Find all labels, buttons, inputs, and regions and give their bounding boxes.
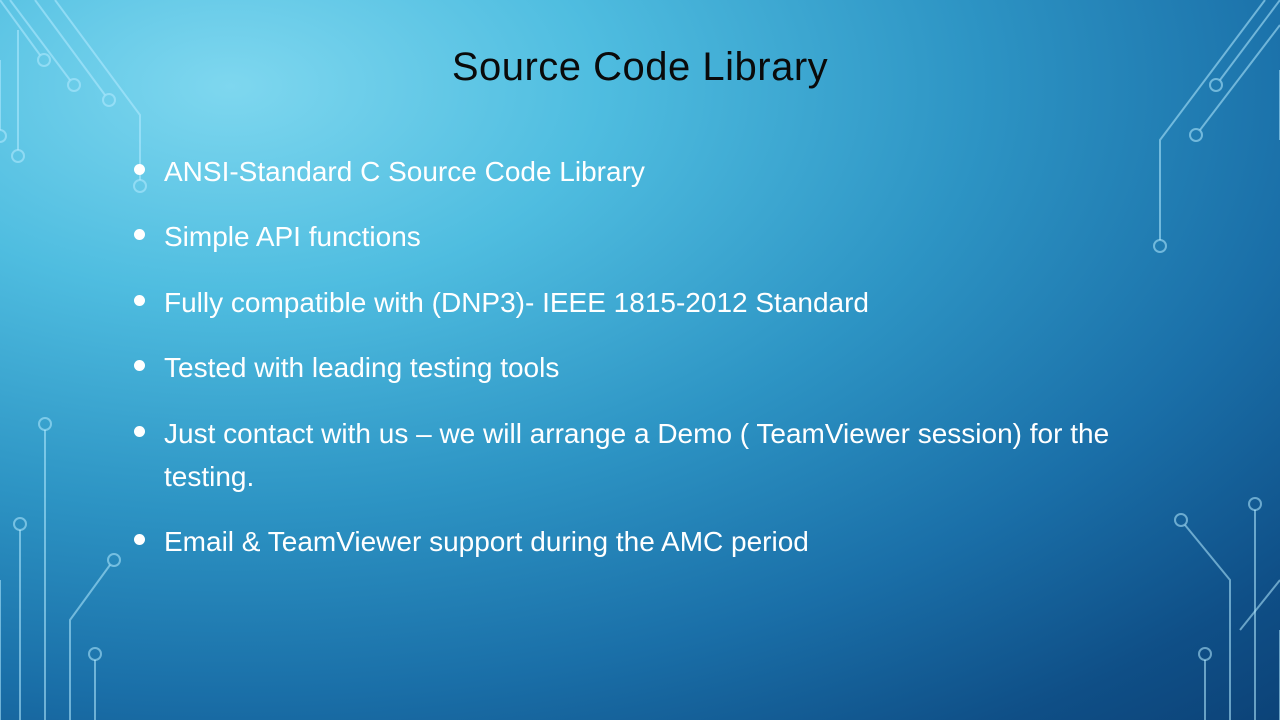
bullet-item: Tested with leading testing tools <box>130 346 1150 389</box>
bullet-item: Email & TeamViewer support during the AM… <box>130 520 1150 563</box>
slide-content: ANSI-Standard C Source Code Library Simp… <box>130 150 1150 586</box>
circuit-decoration-bottom-right <box>1130 380 1280 720</box>
slide: Source Code Library ANSI-Standard C Sour… <box>0 0 1280 720</box>
bullet-list: ANSI-Standard C Source Code Library Simp… <box>130 150 1150 564</box>
bullet-item: Fully compatible with (DNP3)- IEEE 1815-… <box>130 281 1150 324</box>
bullet-item: Simple API functions <box>130 215 1150 258</box>
bullet-item: Just contact with us – we will arrange a… <box>130 412 1150 499</box>
slide-title: Source Code Library <box>0 45 1280 90</box>
bullet-item: ANSI-Standard C Source Code Library <box>130 150 1150 193</box>
